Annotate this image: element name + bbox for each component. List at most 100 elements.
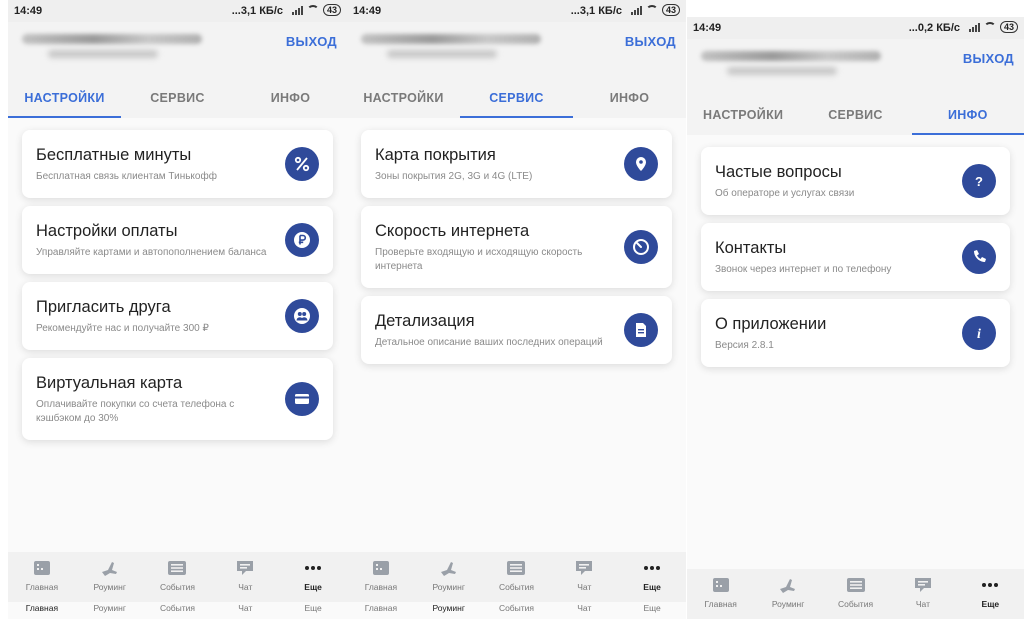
app-header: ВЫХОД НАСТРОЙКИ СЕРВИС ИНФО xyxy=(8,22,347,118)
nav-more[interactable]: Еще xyxy=(618,552,686,602)
battery-icon: 43 xyxy=(661,4,680,16)
card-invite-friend[interactable]: Пригласить друга Рекомендуйте нас и полу… xyxy=(22,282,333,350)
nav-caption-events: События xyxy=(498,603,535,613)
status-icons: 43 xyxy=(291,4,341,16)
nav-label: Еще xyxy=(981,599,1000,609)
tab-info[interactable]: ИНФО xyxy=(911,97,1024,135)
logout-button[interactable]: ВЫХОД xyxy=(286,34,337,49)
signal-icon xyxy=(630,5,642,15)
chat-icon xyxy=(914,578,931,592)
events-list-icon xyxy=(507,561,526,575)
nav-label: Главная xyxy=(25,582,59,592)
nav-label: Главная xyxy=(704,599,737,609)
card-internet-speed[interactable]: Скорость интернета Проверьте входящую и … xyxy=(361,206,672,288)
airplane-icon xyxy=(101,562,117,576)
chat-icon xyxy=(576,561,593,575)
card-faq[interactable]: Частые вопросы Об операторе и услугах св… xyxy=(701,147,1010,215)
card-payment-settings[interactable]: Настройки оплаты Управляйте картами и ав… xyxy=(22,206,333,274)
nav-more[interactable]: Еще xyxy=(279,552,347,602)
events-list-icon xyxy=(168,561,187,575)
nav-caption-roaming: Роуминг xyxy=(93,603,126,613)
tab-service[interactable]: СЕРВИС xyxy=(121,80,234,118)
tab-settings[interactable]: НАСТРОЙКИ xyxy=(347,80,460,118)
nav-chat[interactable]: Чат xyxy=(889,569,956,619)
nav-events[interactable]: События xyxy=(483,552,551,602)
card-subtitle: Оплачивайте покупки со счета телефона с … xyxy=(36,399,235,424)
tab-info[interactable]: ИНФО xyxy=(573,80,686,118)
card-subtitle: Об операторе и услугах связи xyxy=(715,188,855,199)
nav-chat[interactable]: Чат xyxy=(211,552,279,602)
status-bar: 14:49 ...3,1 КБ/с 43 xyxy=(347,0,686,22)
card-title: Частые вопросы xyxy=(715,163,842,181)
home-icon xyxy=(372,561,389,575)
tab-settings[interactable]: НАСТРОЙКИ xyxy=(687,97,799,135)
nav-roaming[interactable]: Роуминг xyxy=(754,569,821,619)
svg-text:i: i xyxy=(977,327,981,342)
nav-more[interactable]: Еще xyxy=(957,569,1024,619)
card-contacts[interactable]: Контакты Звонок через интернет и по теле… xyxy=(701,223,1010,291)
nav-events[interactable]: События xyxy=(822,569,889,619)
card-title: Скорость интернета xyxy=(375,222,530,240)
card-title: Настройки оплаты xyxy=(36,222,178,240)
card-title: Контакты xyxy=(715,239,787,257)
redacted-account-name xyxy=(361,34,541,44)
card-title: Детализация xyxy=(375,312,475,330)
nav-chat[interactable]: Чат xyxy=(550,552,618,602)
nav-label: Чат xyxy=(915,599,930,609)
more-dots-icon xyxy=(644,566,661,570)
tab-service[interactable]: СЕРВИС xyxy=(799,97,911,135)
card-icon xyxy=(285,382,319,416)
nav-roaming[interactable]: Роуминг xyxy=(76,552,144,602)
nav-label: Еще xyxy=(643,582,661,592)
nav-home[interactable]: Главная xyxy=(347,552,415,602)
bottom-navigation: Главная Роуминг События Чат Еще xyxy=(8,552,347,602)
card-subtitle: Детальное описание ваших последних опера… xyxy=(375,337,603,348)
status-bar: 14:49 ...0,2 КБ/с 43 xyxy=(687,17,1024,39)
chat-icon xyxy=(237,561,254,575)
tab-info[interactable]: ИНФО xyxy=(234,80,347,118)
status-icons: 43 xyxy=(630,4,680,16)
status-network-speed: ...0,2 КБ/с xyxy=(908,22,960,34)
card-free-minutes[interactable]: Бесплатные минуты Бесплатная связь клиен… xyxy=(22,130,333,198)
nav-caption-chat: Чат xyxy=(577,603,592,613)
tab-settings[interactable]: НАСТРОЙКИ xyxy=(8,80,121,118)
percent-icon xyxy=(285,147,319,181)
card-list: Частые вопросы Об операторе и услугах св… xyxy=(701,147,1010,375)
card-virtual-card[interactable]: Виртуальная карта Оплачивайте покупки со… xyxy=(22,358,333,440)
nav-caption-more: Еще xyxy=(643,603,661,613)
card-list: Карта покрытия Зоны покрытия 2G, 3G и 4G… xyxy=(361,130,672,372)
screen-service: 14:49 ...3,1 КБ/с 43 ВЫХОД НАСТРОЙКИ СЕР… xyxy=(347,0,686,619)
redacted-account-name xyxy=(701,51,881,61)
nav-home[interactable]: Главная xyxy=(8,552,76,602)
tab-service[interactable]: СЕРВИС xyxy=(460,80,573,118)
svg-text:?: ? xyxy=(975,174,983,189)
battery-icon: 43 xyxy=(999,21,1018,33)
nav-events[interactable]: События xyxy=(144,552,212,602)
home-icon xyxy=(712,578,729,592)
card-subtitle: Звонок через интернет и по телефону xyxy=(715,264,892,275)
redacted-account-number xyxy=(48,50,158,58)
card-detailing[interactable]: Детализация Детальное описание ваших пос… xyxy=(361,296,672,364)
card-title: Бесплатные минуты xyxy=(36,146,192,164)
card-title: Виртуальная карта xyxy=(36,374,183,392)
nav-caption-home: Главная xyxy=(25,603,59,613)
redacted-account-name xyxy=(22,34,202,44)
nav-home[interactable]: Главная xyxy=(687,569,754,619)
status-time: 14:49 xyxy=(14,5,43,17)
wifi-icon xyxy=(306,5,319,15)
app-header: ВЫХОД НАСТРОЙКИ СЕРВИС ИНФО xyxy=(347,22,686,118)
card-title: О приложении xyxy=(715,315,827,333)
more-dots-icon xyxy=(982,583,999,587)
card-coverage-map[interactable]: Карта покрытия Зоны покрытия 2G, 3G и 4G… xyxy=(361,130,672,198)
status-bar: 14:49 ...3,1 КБ/с 43 xyxy=(8,0,347,22)
nav-caption-roaming: Роуминг xyxy=(432,603,465,613)
logout-button[interactable]: ВЫХОД xyxy=(963,51,1014,66)
card-list: Бесплатные минуты Бесплатная связь клиен… xyxy=(22,130,333,448)
status-time: 14:49 xyxy=(693,22,722,34)
nav-roaming[interactable]: Роуминг xyxy=(415,552,483,602)
status-icons: 43 xyxy=(968,21,1018,33)
nav-label: События xyxy=(837,599,874,609)
logout-button[interactable]: ВЫХОД xyxy=(625,34,676,49)
card-about-app[interactable]: О приложении Версия 2.8.1 i xyxy=(701,299,1010,367)
nav-label: Чат xyxy=(238,582,253,592)
